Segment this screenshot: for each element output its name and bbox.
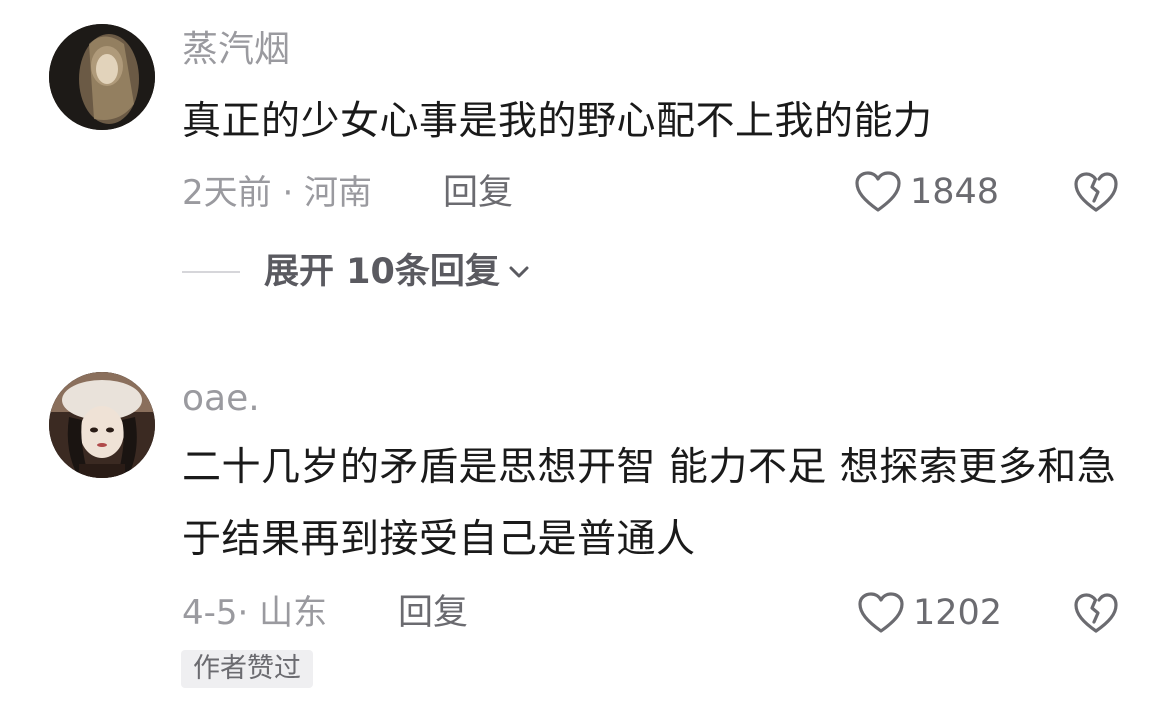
comment-text: 二十几岁的矛盾是思想开智 能力不足 想探索更多和急于结果再到接受自己是普通人 <box>182 445 1117 562</box>
comment-text: 真正的少女心事是我的野心配不上我的能力 <box>182 99 933 144</box>
comment-item: oae. 二十几岁的矛盾是思想开智 能力不足 想探索更多和急于结果再到接受自己是… <box>0 360 1169 717</box>
like-button[interactable]: 1202 <box>857 591 1002 635</box>
expand-replies-label[interactable]: 展开 10条回复 <box>264 252 500 292</box>
dislike-button[interactable] <box>1073 170 1119 218</box>
like-button[interactable]: 1848 <box>854 170 999 214</box>
avatar[interactable] <box>49 372 155 478</box>
comment-meta: 2天前 · 河南 <box>182 173 373 213</box>
expand-replies[interactable]: 展开 10条回复 <box>182 252 530 292</box>
like-count: 1202 <box>913 593 1003 633</box>
chevron-down-icon <box>509 266 529 278</box>
reply-button[interactable]: 回复 <box>398 593 468 633</box>
author-liked-badge: 作者赞过 <box>181 650 313 688</box>
username[interactable]: oae. <box>182 379 260 419</box>
like-count: 1848 <box>910 172 1000 212</box>
broken-heart-icon <box>1074 593 1118 633</box>
avatar-image <box>49 372 155 478</box>
comment-item: 蒸汽烟 真正的少女心事是我的野心配不上我的能力 2天前 · 河南 回复 1848… <box>0 0 1169 330</box>
broken-heart-icon <box>1074 172 1118 212</box>
heart-outline-icon <box>855 171 901 212</box>
avatar-image <box>49 24 155 130</box>
dislike-button[interactable] <box>1073 591 1119 639</box>
username[interactable]: 蒸汽烟 <box>182 30 290 70</box>
reply-button[interactable]: 回复 <box>443 173 513 213</box>
divider <box>182 271 240 273</box>
avatar[interactable] <box>49 24 155 130</box>
heart-outline-icon <box>858 592 904 633</box>
comment-meta: 4-5· 山东 <box>182 593 328 633</box>
